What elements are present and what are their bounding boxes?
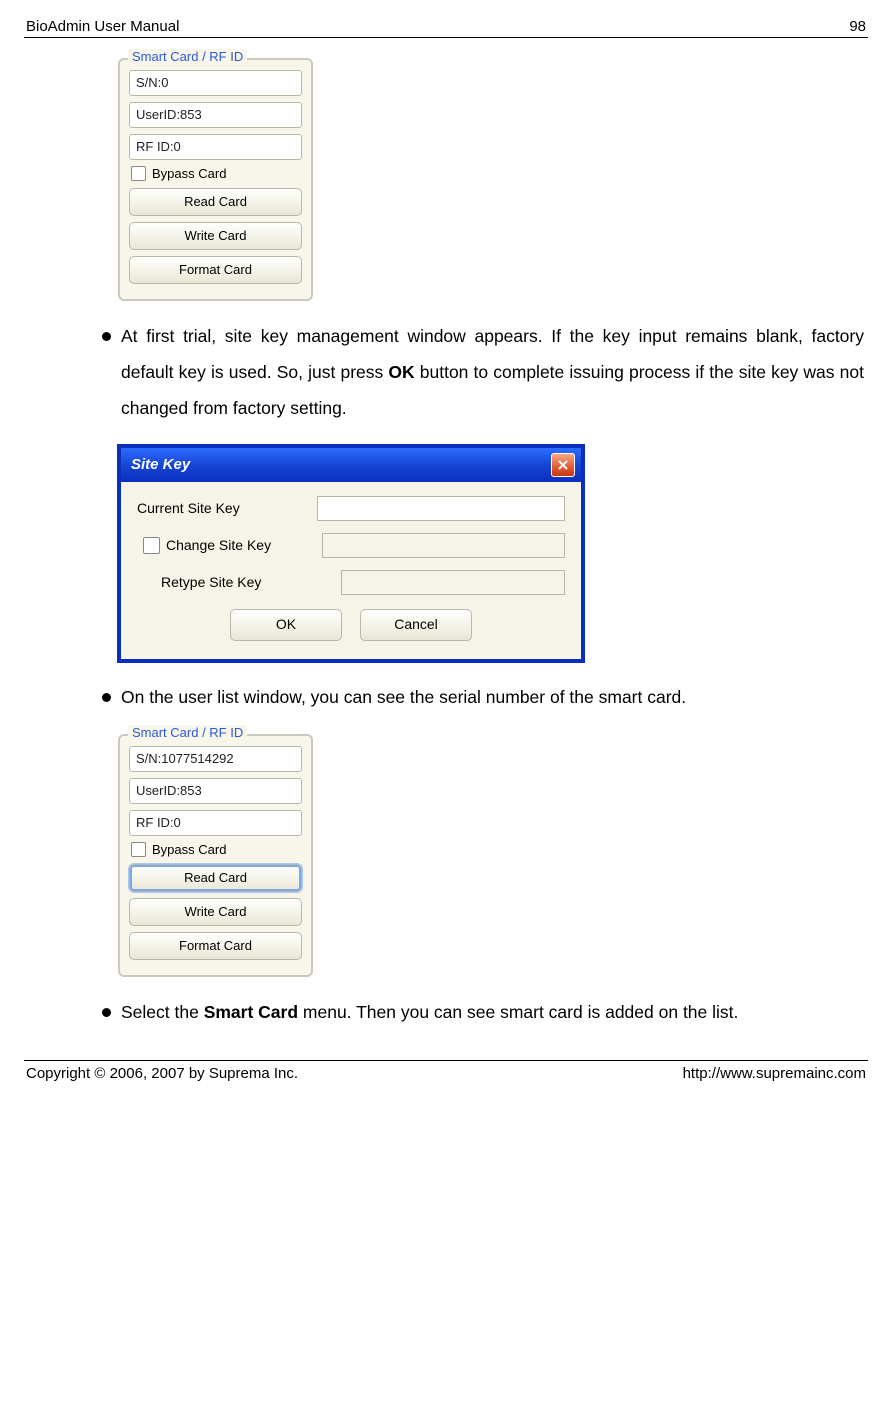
bypass-label-2: Bypass Card xyxy=(152,842,226,857)
bullet-1-text: At first trial, site key management wind… xyxy=(121,319,864,427)
smartcard-panel-2: Smart Card / RF ID S/N:1077514292 UserID… xyxy=(118,734,313,977)
panel2-legend: Smart Card / RF ID xyxy=(128,725,247,740)
bullet-icon xyxy=(102,693,111,702)
footer-url: http://www.supremainc.com xyxy=(683,1065,866,1082)
bullet-icon xyxy=(102,1008,111,1017)
page-number: 98 xyxy=(849,18,866,35)
bypass-checkbox-2[interactable] xyxy=(131,842,146,857)
bullet-icon xyxy=(102,332,111,341)
cancel-button[interactable]: Cancel xyxy=(360,609,472,641)
format-card-button[interactable]: Format Card xyxy=(129,256,302,284)
userid-field: UserID:853 xyxy=(129,102,302,128)
close-icon[interactable] xyxy=(551,453,575,477)
panel1-legend: Smart Card / RF ID xyxy=(128,49,247,64)
bypass-checkbox[interactable] xyxy=(131,166,146,181)
change-site-key-label: Change Site Key xyxy=(166,537,322,553)
current-site-key-label: Current Site Key xyxy=(137,500,317,516)
ok-button[interactable]: OK xyxy=(230,609,342,641)
bypass-label: Bypass Card xyxy=(152,166,226,181)
rfid-field: RF ID:0 xyxy=(129,134,302,160)
current-site-key-input[interactable] xyxy=(317,496,565,521)
site-key-dialog: Site Key Current Site Key Change Site Ke… xyxy=(118,445,584,662)
read-card-button[interactable]: Read Card xyxy=(129,188,302,216)
change-site-key-checkbox[interactable] xyxy=(143,537,160,554)
doc-title: BioAdmin User Manual xyxy=(26,18,179,35)
read-card-button-2[interactable]: Read Card xyxy=(129,864,302,892)
userid-field-2: UserID:853 xyxy=(129,778,302,804)
header-rule xyxy=(24,37,868,38)
sn-field-2: S/N:1077514292 xyxy=(129,746,302,772)
dialog-title: Site Key xyxy=(131,456,190,473)
retype-site-key-input[interactable] xyxy=(341,570,565,595)
retype-site-key-label: Retype Site Key xyxy=(137,574,341,590)
copyright-text: Copyright © 2006, 2007 by Suprema Inc. xyxy=(26,1065,298,1082)
change-site-key-input[interactable] xyxy=(322,533,565,558)
write-card-button-2[interactable]: Write Card xyxy=(129,898,302,926)
format-card-button-2[interactable]: Format Card xyxy=(129,932,302,960)
bullet-2-text: On the user list window, you can see the… xyxy=(121,680,864,716)
footer-rule xyxy=(24,1060,868,1061)
rfid-field-2: RF ID:0 xyxy=(129,810,302,836)
sn-field: S/N:0 xyxy=(129,70,302,96)
write-card-button[interactable]: Write Card xyxy=(129,222,302,250)
smartcard-panel-1: Smart Card / RF ID S/N:0 UserID:853 RF I… xyxy=(118,58,313,301)
bullet-3-text: Select the Smart Card menu. Then you can… xyxy=(121,995,864,1031)
